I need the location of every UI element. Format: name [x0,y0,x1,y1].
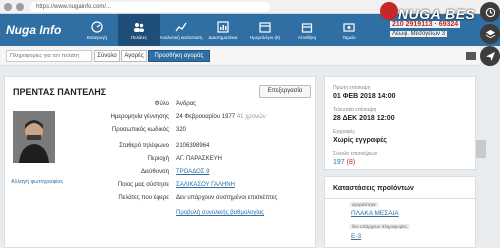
nav-label: Πελάτες [131,34,147,40]
field-value: 2106398964 [176,143,210,149]
field-label: Ημερομηνία γέννησης [110,114,169,120]
last-visit-label: Τελευταία επίσκεψη [333,107,377,113]
address-link[interactable]: ΤΡΟΑΔΟΣ 9 [176,169,210,175]
visits-extra: (8) [346,159,356,166]
field-label: Πελάτες που έφερε [118,195,169,201]
nav-label: Εισαγωγή [87,34,107,40]
summary-button[interactable]: Σύνολο [94,50,120,62]
nav-label: Αναλυτική κατάσταση [159,34,203,40]
field-row: Ημερομηνία γέννησης 24 Φεβρουαρίου 1977 … [5,114,317,127]
field-row: Προβολή συνολικής βαθμολογίας [5,210,317,223]
address-bar[interactable]: https://www.nugainfo.com/... [30,2,270,12]
cash-icon [343,22,355,32]
field-row: Φύλο Άνδρας [5,101,317,114]
field-value: 320 [176,127,187,133]
product-link[interactable]: Ε-3 [351,233,361,240]
field-label: Προσωπικός κωδικός [111,127,169,133]
stats-icon [217,20,229,33]
field-row: Διεύθυνση ΤΡΟΑΔΟΣ 9 [5,169,317,182]
field-label: Διεύθυνση [141,169,169,175]
field-row: Σταθερό τηλέφωνο 2106398964 [5,143,317,156]
nav-label: Ταμείο [342,34,356,40]
birth-date: 24 Φεβρουαρίου 1977 [176,114,236,120]
customer-toolbar: Σύνολο Αγορές Προσθήκη αγοράς [0,46,480,66]
customer-name: ΠΡΕΝΤΑΣ ΠΑΝΤΕΛΗΣ [13,87,107,97]
first-visit-label: Πρώτη επίσκεψη [333,85,371,91]
visits-count[interactable]: 197 (8) [333,159,355,166]
age-text: 41 χρονών [236,114,266,120]
nav-stats[interactable]: Διαστηματάκια [202,14,244,46]
field-label: Φύλο [154,101,169,107]
menu-icon[interactable] [466,52,476,60]
product-link[interactable]: ΠΛΑΚΑ ΜΕΣΑΙΑ [351,210,399,217]
subscriptions-value: Χωρίς εγγραφές [333,137,387,144]
layers-icon[interactable] [480,24,500,44]
send-icon[interactable] [480,46,500,66]
field-row: Ποιος μας σύστησε ΣΑΛΙΚΑΣΟΥ ΓΑΛΗΝΗ [5,182,317,195]
first-visit-value: 01 ΦΕΒ 2018 14:00 [333,93,396,100]
product-status-chip: δεν υπάρχουν πληροφορίες [349,224,411,229]
visits-label: Σύνολο επισκέψεων [333,151,378,157]
field-label: Περιοχή [147,156,169,162]
nav-calendar[interactable]: Ημερολόγιο (8) [244,14,286,46]
field-value: Δεν υπάρχουν συστημένοι επισκέπτες [176,195,278,201]
field-value: Άνδρας [176,101,197,107]
customer-card: ΠΡΕΝΤΑΣ ΠΑΝΤΕΛΗΣ Επεξεργασία Αλλαγή φωτο… [4,76,316,248]
divider [325,198,477,199]
chart-icon [175,22,187,31]
dashboard-icon [91,20,103,33]
nav-analytics[interactable]: Αναλυτική κατάσταση [160,14,202,46]
nav-cashier[interactable]: Ταμείο [328,14,370,46]
brand-phone: 210 2919113 · 69324 [390,21,461,28]
nav-dashboard[interactable]: Εισαγωγή [76,14,118,46]
users-icon [134,22,144,32]
calendar-icon [259,21,271,33]
browser-forward-icon[interactable] [16,3,24,11]
clock-icon[interactable] [480,2,500,22]
field-label: Σταθερό τηλέφωνο [119,143,169,149]
last-visit-value: 28 ΔΕΚ 2018 12:00 [333,115,395,122]
edit-button[interactable]: Επεξεργασία [259,85,311,98]
products-header: Καταστάσεις προϊόντων [333,185,414,192]
visits-total[interactable]: 197 [333,159,345,166]
field-value: 24 Φεβρουαρίου 1977 41 χρονών [176,114,266,120]
view-rating-link[interactable]: Προβολή συνολικής βαθμολογίας [176,210,264,216]
main-nav: Εισαγωγή Πελάτες Αναλυτική κατάσταση Δια… [76,14,370,46]
subscriptions-label: Εγγραφές [333,129,355,135]
panel-scroll-button[interactable] [476,140,486,158]
field-row: Πελάτες που έφερε Δεν υπάρχουν συστημένο… [5,195,317,208]
nav-customers[interactable]: Πελάτες [118,14,160,46]
add-purchase-button[interactable]: Προσθήκη αγοράς [148,50,210,62]
app-brand[interactable]: Nuga Info [6,23,61,37]
field-row: Περιοχή ΑΓ. ΠΑΡΑΣΚΕΥΗ [5,156,317,169]
field-label: Ποιος μας σύστησε [117,182,169,188]
customer-search-input[interactable] [6,50,92,62]
field-row: Προσωπικός κωδικός 320 [5,127,317,140]
referrer-link[interactable]: ΣΑΛΙΚΑΣΟΥ ΓΑΛΗΝΗ [176,182,235,188]
brand-address: Λεωφ. Μεσογείων 3 [390,31,448,37]
products-panel: Καταστάσεις προϊόντων αγοράστηκε ΠΛΑΚΑ Μ… [324,176,477,248]
box-icon [301,22,313,33]
nav-label: Διαστηματάκια [208,34,238,40]
brand-logo-icon [380,2,398,20]
nav-label: Αποθήκη [297,34,317,40]
product-status-chip: αγοράστηκε [349,202,379,207]
nav-warehouse[interactable]: Αποθήκη [286,14,328,46]
visits-panel: Πρώτη επίσκεψη 01 ΦΕΒ 2018 14:00 Τελευτα… [324,76,476,170]
browser-back-icon[interactable] [4,3,12,11]
brand-logo-text: NUGA BES [398,6,476,22]
field-value: ΑΓ. ΠΑΡΑΣΚΕΥΗ [176,156,222,162]
nav-label: Ημερολόγιο (8) [249,34,280,40]
brand-overlay: NUGA BES 210 2919113 · 69324 Λεωφ. Μεσογ… [380,0,480,46]
purchases-button[interactable]: Αγορές [121,50,147,62]
